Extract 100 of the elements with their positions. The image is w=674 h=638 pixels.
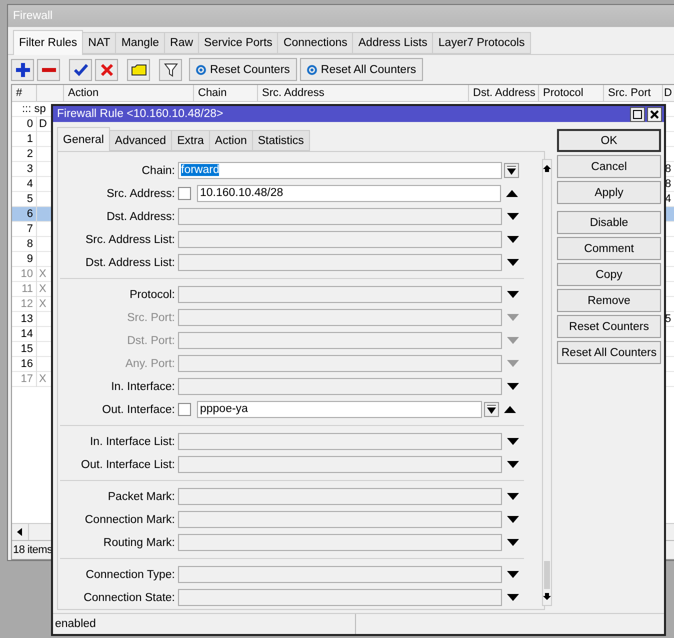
column-header[interactable]: Chain (194, 85, 258, 101)
input-field[interactable] (178, 254, 502, 271)
input-field[interactable] (178, 534, 502, 551)
input-field[interactable] (178, 378, 502, 395)
input-field[interactable] (178, 208, 502, 225)
tab[interactable]: Service Ports (198, 32, 278, 54)
row-number: 16 (12, 357, 37, 372)
down-arrow-icon[interactable] (507, 291, 519, 298)
checkbox[interactable] (178, 403, 191, 416)
dialog-button[interactable]: Remove (557, 289, 661, 312)
down-arrow-icon[interactable] (507, 461, 519, 468)
input-field[interactable] (178, 456, 502, 473)
tab[interactable]: Connections (277, 32, 354, 54)
dialog-button[interactable]: Reset Counters (557, 315, 661, 338)
row-number: 3 (12, 162, 37, 177)
dialog-button[interactable]: OK (557, 129, 661, 152)
column-header[interactable]: # (12, 85, 37, 101)
ring-icon (306, 64, 318, 74)
dialog-button[interactable]: Copy (557, 263, 661, 286)
tab[interactable]: Filter Rules (13, 30, 84, 55)
input-field[interactable] (178, 589, 502, 606)
reset-button[interactable]: Reset Counters (189, 58, 297, 81)
down-arrow-icon[interactable] (507, 213, 519, 220)
filter-button[interactable] (159, 58, 182, 80)
filter-icon (164, 62, 178, 76)
input-field[interactable] (178, 231, 502, 248)
vertical-scrollbar[interactable] (542, 159, 552, 606)
disable-button[interactable] (95, 58, 118, 80)
dialog-button[interactable]: Apply (557, 181, 661, 204)
down-arrow-icon[interactable] (507, 539, 519, 546)
field-label: Src. Address: (106, 188, 176, 200)
input-field[interactable] (178, 433, 502, 450)
dialog-button[interactable]: Disable (557, 211, 661, 234)
down-arrow-icon[interactable] (507, 236, 519, 243)
tab[interactable]: Raw (164, 32, 200, 54)
row-number: 9 (12, 252, 37, 267)
add-button[interactable] (11, 58, 34, 80)
down-arrow-icon[interactable] (507, 571, 519, 578)
row-number: 1 (12, 132, 37, 147)
tab[interactable]: General (57, 127, 110, 151)
field-label: Chain: (140, 164, 176, 176)
tab[interactable]: Action (208, 130, 253, 151)
tab[interactable]: Layer7 Protocols (432, 32, 531, 54)
scroll-up-icon[interactable] (543, 164, 551, 172)
dialog-button[interactable]: Reset All Counters (557, 341, 661, 364)
input-field[interactable]: pppoe-ya (197, 401, 482, 418)
row-number: 8 (12, 237, 37, 252)
row-number: 15 (12, 342, 37, 357)
reset-button[interactable]: Reset All Counters (300, 58, 424, 81)
tab[interactable]: NAT (82, 32, 116, 54)
input-field[interactable] (178, 511, 502, 528)
scroll-down-icon[interactable] (543, 593, 551, 601)
up-arrow-icon[interactable] (506, 190, 518, 197)
column-header[interactable]: Src. Port (604, 85, 663, 101)
dialog-button[interactable]: Cancel (557, 155, 661, 178)
flag-text: X (39, 283, 46, 295)
comment-button[interactable] (127, 58, 150, 80)
field-label: Src. Port: (126, 312, 176, 324)
tab[interactable]: Address Lists (352, 32, 434, 54)
input-field[interactable]: forward (178, 162, 502, 179)
checkbox[interactable] (178, 187, 191, 200)
tab[interactable]: Mangle (115, 32, 166, 54)
input-field[interactable] (178, 309, 502, 326)
column-header[interactable]: Dst. Address (469, 85, 539, 101)
close-button[interactable] (647, 106, 662, 122)
remove-button[interactable] (37, 58, 60, 80)
tab[interactable]: Extra (171, 130, 210, 151)
input-field[interactable]: 10.160.10.48/28 (197, 185, 501, 202)
down-arrow-icon[interactable] (507, 259, 519, 266)
close-icon (650, 110, 659, 118)
down-arrow-icon[interactable] (507, 493, 519, 500)
input-field[interactable] (178, 332, 502, 349)
dialog-button[interactable]: Comment (557, 237, 661, 260)
row-number: 11 (12, 282, 37, 297)
tab[interactable]: Statistics (252, 130, 310, 151)
input-field[interactable] (178, 488, 502, 505)
down-arrow-icon[interactable] (507, 516, 519, 523)
maximize-button[interactable] (630, 106, 645, 122)
down-arrow-icon[interactable] (507, 383, 519, 390)
column-header[interactable]: Src. Address (258, 85, 469, 101)
tab[interactable]: Advanced (108, 130, 172, 151)
scroll-thumb[interactable] (544, 561, 550, 589)
row-number: 4 (12, 177, 37, 192)
column-header[interactable]: D (663, 85, 674, 101)
row-number: 10 (12, 267, 37, 282)
up-arrow-icon[interactable] (504, 406, 516, 413)
row-number: 0 (12, 117, 37, 132)
column-header[interactable]: Action (64, 85, 194, 101)
down-arrow-icon[interactable] (507, 438, 519, 445)
enable-button[interactable] (69, 58, 92, 80)
input-field[interactable] (178, 355, 502, 372)
table-cell: 4 (665, 193, 672, 205)
column-header[interactable]: Protocol (539, 85, 604, 101)
field-label: In. Interface: (110, 380, 176, 392)
down-arrow-icon[interactable] (507, 594, 519, 601)
dropdown-button[interactable] (484, 402, 499, 417)
input-field[interactable] (178, 566, 502, 583)
field-label: Any. Port: (124, 358, 176, 370)
dropdown-button[interactable] (504, 163, 519, 178)
input-field[interactable] (178, 286, 502, 303)
